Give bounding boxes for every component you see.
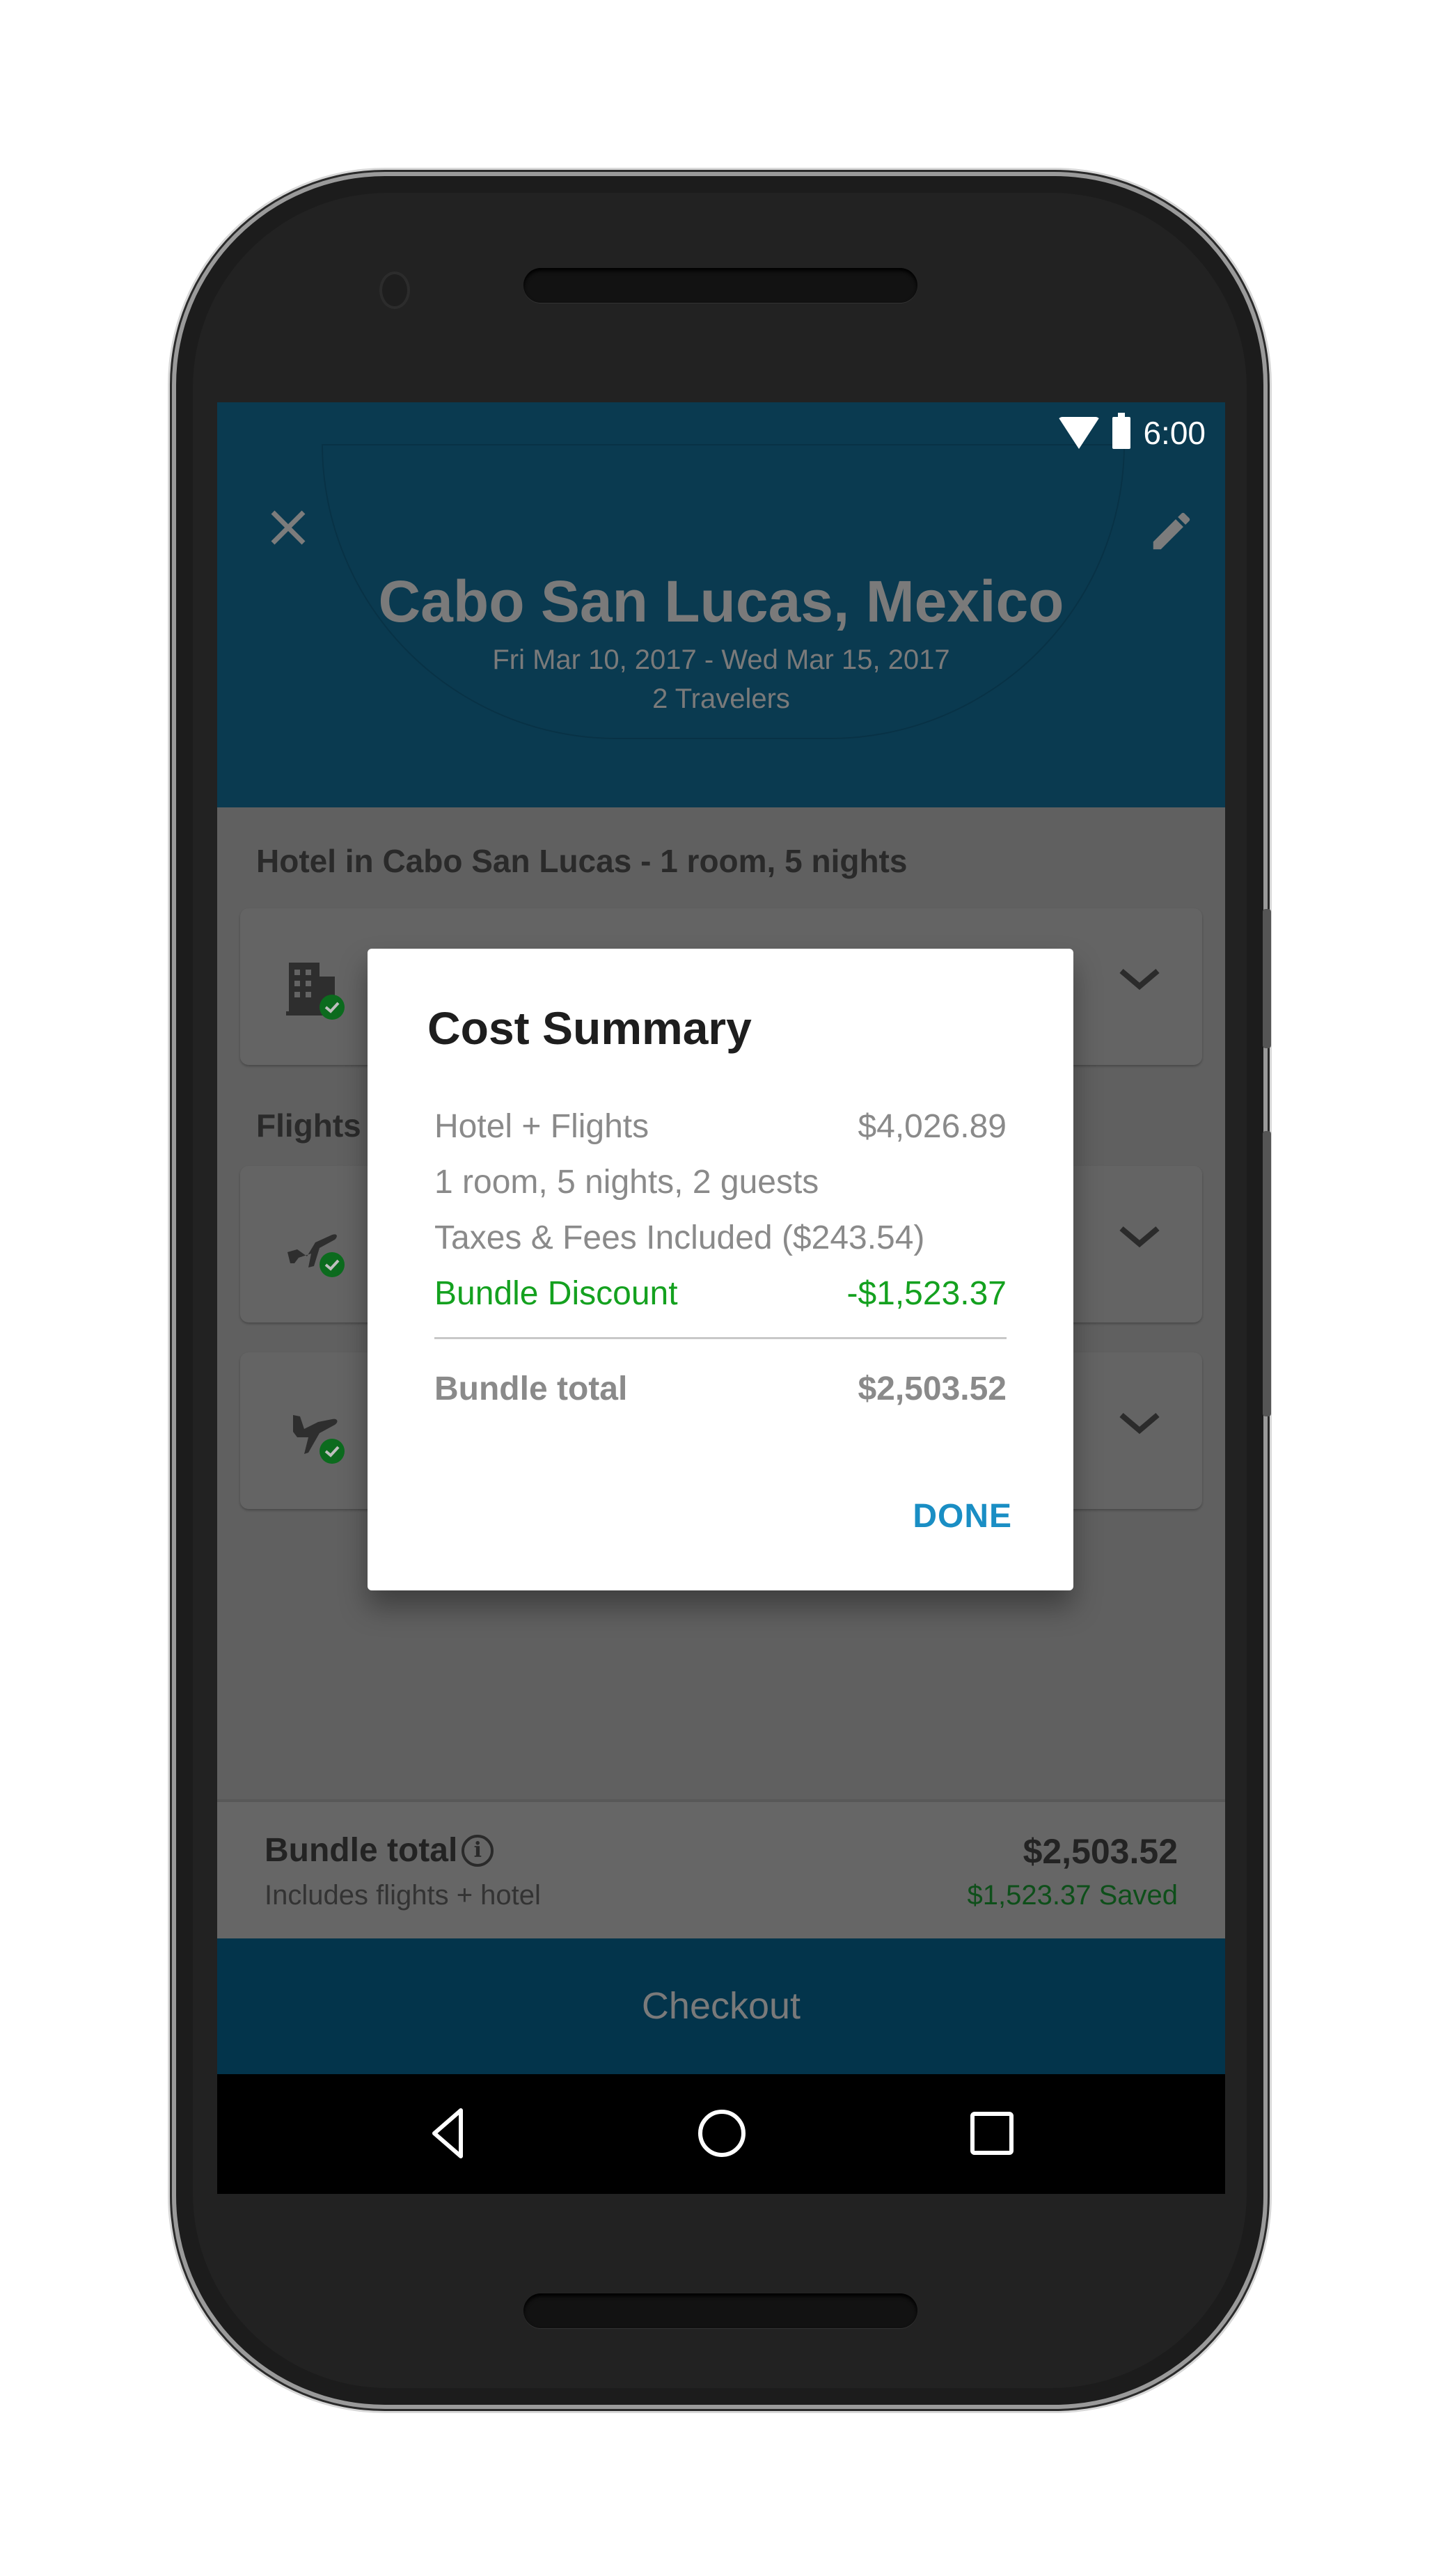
wifi-icon (1058, 417, 1101, 449)
close-icon (271, 510, 306, 545)
flights-section-heading: Flights (256, 1107, 361, 1144)
dialog-title: Cost Summary (427, 1002, 752, 1054)
edit-button[interactable] (1147, 507, 1196, 555)
bundle-total-price: $2,503.52 (1023, 1832, 1178, 1871)
cost-row-bundle-discount: Bundle Discount -$1,523.37 (434, 1274, 1007, 1313)
cost-row-value: $4,026.89 (858, 1108, 1007, 1145)
flight-landing-icon (293, 1415, 345, 1464)
front-camera (379, 271, 410, 309)
status-time: 6:00 (1143, 415, 1206, 451)
bundle-total-bar: Bundle total i Includes flights + hotel … (217, 1799, 1225, 1941)
cost-row-value: -$1,523.37 (846, 1275, 1007, 1312)
flight-takeoff-icon (287, 1234, 345, 1277)
bottom-speaker (523, 2293, 917, 2328)
trip-header: 6:00 Cabo San Lucas, Mexico Fri Mar 10, … (217, 402, 1225, 807)
done-button[interactable]: DONE (913, 1497, 1012, 1535)
check-circle-icon (320, 1252, 345, 1277)
cost-row-hotel-flights: Hotel + Flights $4,026.89 (434, 1107, 1007, 1146)
destination-title: Cabo San Lucas, Mexico (378, 569, 1064, 634)
traveler-count: 2 Travelers (652, 683, 790, 714)
cost-row-label: Taxes & Fees Included ($243.54) (434, 1219, 925, 1256)
bundle-total-value: $2,503.52 (858, 1370, 1007, 1407)
android-nav-bar (217, 2074, 1225, 2194)
dialog-divider (434, 1337, 1007, 1339)
cost-row-room-details: 1 room, 5 nights, 2 guests (434, 1163, 1007, 1201)
cost-row-label: Bundle Discount (434, 1275, 678, 1312)
bundle-total-label: Bundle total (265, 1832, 458, 1869)
close-button[interactable] (267, 507, 309, 548)
back-icon[interactable] (419, 2102, 482, 2165)
bundle-saved-amount: $1,523.37 Saved (967, 1880, 1178, 1911)
battery-icon (1112, 413, 1131, 449)
cost-row-label: 1 room, 5 nights, 2 guests (434, 1164, 819, 1201)
bundle-total-label-group: Bundle total i (265, 1831, 494, 1870)
bundle-subtitle: Includes flights + hotel (265, 1880, 541, 1911)
power-button (1263, 909, 1271, 1048)
hotel-section-heading: Hotel in Cabo San Lucas - 1 room, 5 nigh… (256, 843, 908, 879)
recents-icon[interactable] (961, 2102, 1023, 2165)
chevron-down-icon[interactable] (1117, 965, 1162, 993)
cost-row-bundle-total: Bundle total $2,503.52 (434, 1370, 1007, 1408)
trip-dates: Fri Mar 10, 2017 - Wed Mar 15, 2017 (492, 645, 950, 675)
chevron-down-icon[interactable] (1117, 1223, 1162, 1251)
hotel-building-icon (286, 963, 345, 1020)
cost-row-taxes: Taxes & Fees Included ($243.54) (434, 1219, 1007, 1257)
pencil-icon (1153, 512, 1190, 550)
check-circle-icon (320, 1439, 345, 1464)
check-circle-icon (320, 995, 345, 1020)
cost-row-label: Hotel + Flights (434, 1108, 649, 1145)
volume-button (1263, 1131, 1271, 1416)
home-icon[interactable] (691, 2102, 753, 2165)
chevron-down-icon[interactable] (1117, 1409, 1162, 1437)
checkout-button[interactable]: Checkout (217, 1938, 1225, 2074)
status-bar: 6:00 (1058, 412, 1206, 454)
cost-summary-dialog: Cost Summary Hotel + Flights $4,026.89 1… (368, 949, 1073, 1590)
info-icon[interactable]: i (462, 1834, 494, 1867)
bundle-total-label: Bundle total (434, 1370, 628, 1407)
earpiece-speaker (523, 268, 917, 303)
